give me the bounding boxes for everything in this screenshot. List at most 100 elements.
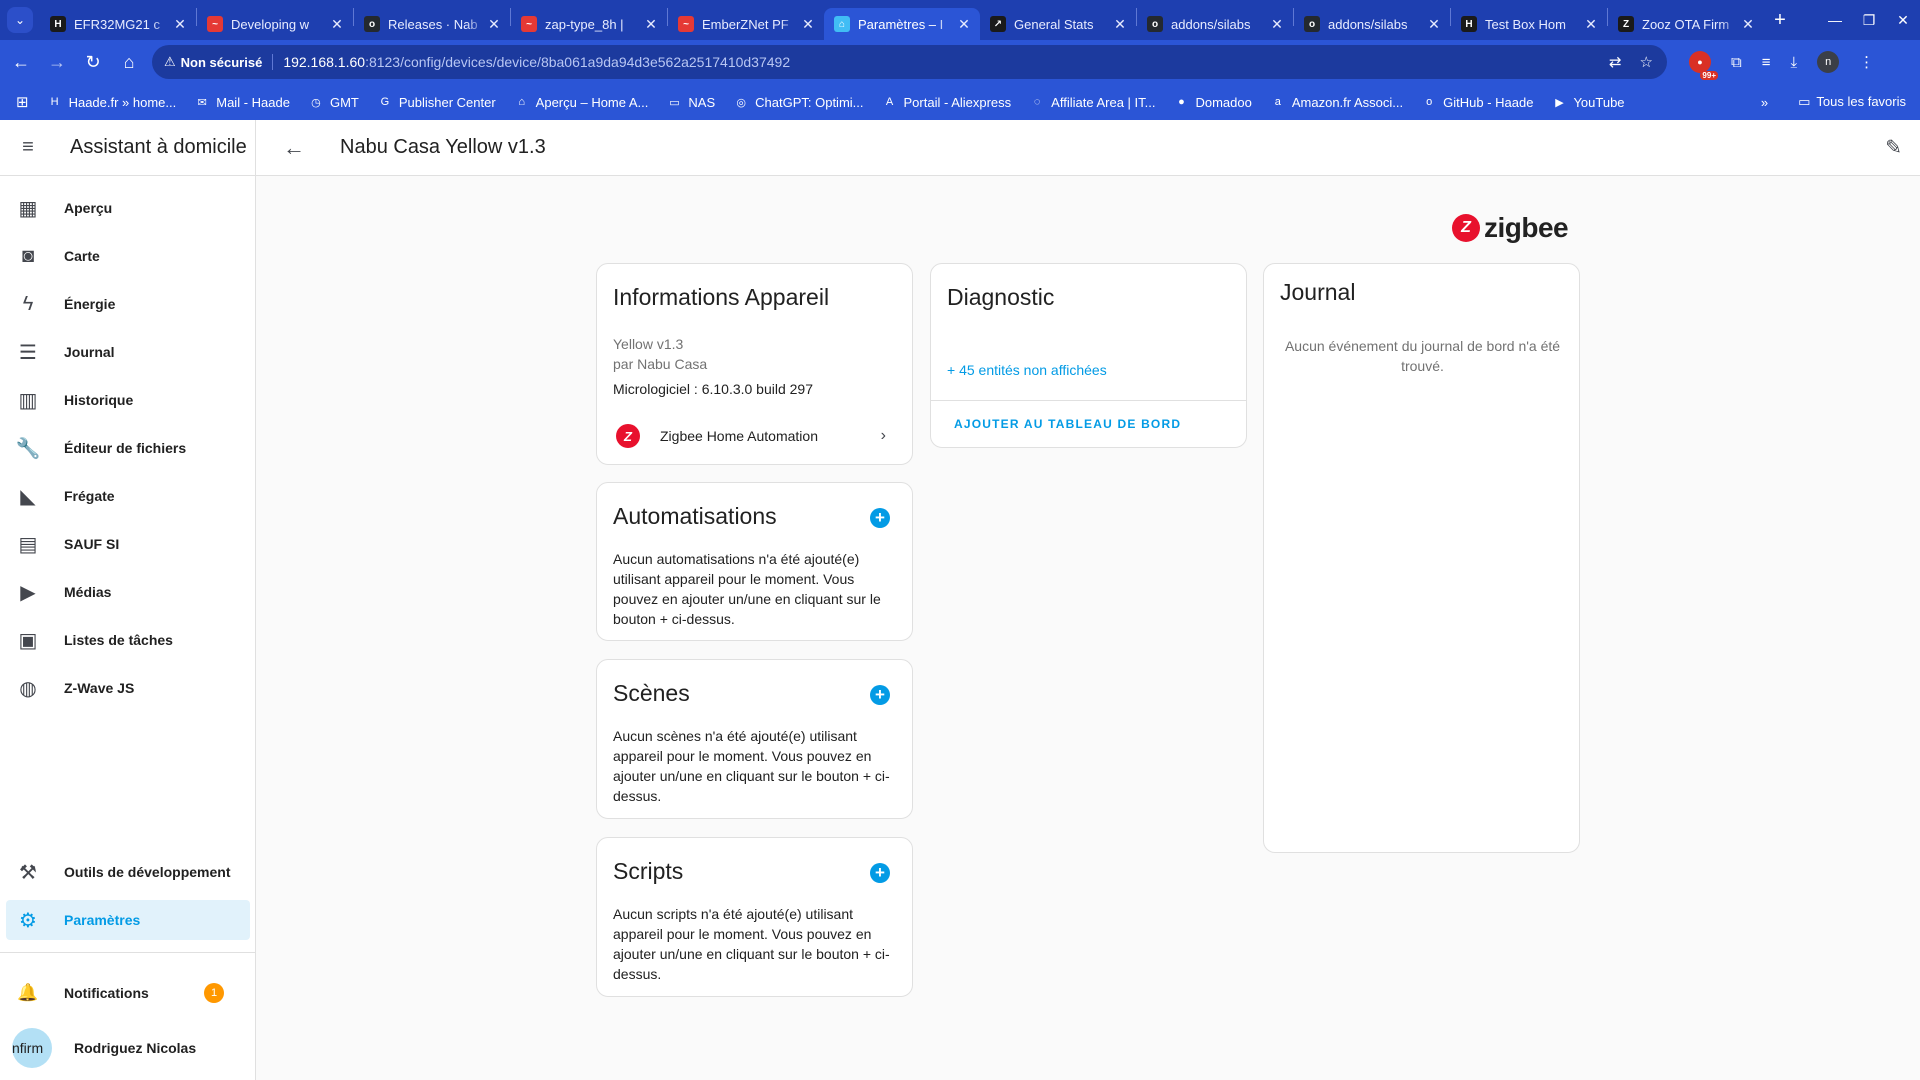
bookmark-label: ChatGPT: Optimi...: [755, 94, 864, 110]
profile-avatar[interactable]: n: [1817, 51, 1840, 73]
sidebar-item-settings[interactable]: ⚙ Paramètres: [6, 900, 250, 940]
sidebar-item-listes-de-t-ches[interactable]: ▣ Listes de tâches: [6, 620, 250, 660]
tab-favicon-icon: o: [364, 16, 380, 32]
tab-close-icon[interactable]: ✕: [800, 16, 816, 33]
bookmark-item[interactable]: ⌂ Aperçu – Home A...: [514, 94, 648, 110]
menu-toggle-icon[interactable]: ≡: [0, 136, 56, 159]
tab-close-icon[interactable]: ✕: [1583, 16, 1599, 33]
browser-tab[interactable]: ~ EmberZNet PF ✕: [668, 8, 824, 40]
media-icon: ▶: [20, 581, 36, 604]
extension-icon[interactable]: ● 99+: [1689, 51, 1718, 80]
tab-search-button[interactable]: ⌄: [0, 0, 40, 40]
sidebar-item-notifications[interactable]: 🔔 Notifications 1: [6, 973, 250, 1013]
browser-tab[interactable]: H Test Box Hom ✕: [1451, 8, 1607, 40]
wrench-icon: 🔧: [15, 437, 41, 460]
add-to-dashboard-button[interactable]: AJOUTER AU TABLEAU DE BORD: [954, 417, 1181, 431]
home-button[interactable]: ⌂: [114, 47, 144, 77]
browser-tab[interactable]: ↗ General Stats ✕: [980, 8, 1136, 40]
lightning-icon: ϟ: [22, 292, 34, 315]
url-host: 192.168.1.60: [283, 54, 366, 70]
back-button[interactable]: ←: [6, 47, 36, 77]
extensions-puzzle-icon[interactable]: ⧉: [1731, 54, 1742, 71]
bookmark-item[interactable]: o GitHub - Haade: [1421, 94, 1533, 110]
tab-close-icon[interactable]: ✕: [329, 16, 345, 33]
address-bar[interactable]: ⚠ Non sécurisé 192.168.1.60:8123/config/…: [152, 45, 1667, 79]
sidebar-item-aper-u[interactable]: ▦ Aperçu: [6, 188, 250, 228]
sidebar-item-fr-gate[interactable]: ◣ Frégate: [6, 476, 250, 516]
device-firmware: Micrologiciel : 6.10.3.0 build 297: [613, 381, 814, 397]
reload-button[interactable]: ↻: [78, 47, 108, 77]
media-control-icon[interactable]: ≡: [1762, 54, 1771, 71]
sidebar-item-dev-tools[interactable]: ⚒ Outils de développement: [6, 852, 250, 892]
add-scene-button[interactable]: +: [870, 685, 890, 705]
security-indicator[interactable]: ⚠ Non sécurisé: [164, 54, 274, 70]
browser-tab[interactable]: o Releases · Nab ✕: [354, 8, 510, 40]
bookmark-label: YouTube: [1573, 94, 1625, 110]
forward-button[interactable]: →: [42, 47, 72, 77]
pencil-icon[interactable]: ✎: [1885, 135, 1902, 160]
bookmark-item[interactable]: ▶ YouTube: [1551, 94, 1624, 110]
browser-tab[interactable]: o addons/silabs ✕: [1137, 8, 1293, 40]
browser-tab[interactable]: ~ zap-type_8h | ✕: [511, 8, 667, 40]
sidebar-item-label: Journal: [64, 344, 115, 360]
sidebar-item-z-wave-js[interactable]: ◍ Z-Wave JS: [6, 668, 250, 708]
add-automation-button[interactable]: +: [870, 508, 890, 528]
sidebar-item-historique[interactable]: ▥ Historique: [6, 380, 250, 420]
close-window-icon[interactable]: ✕: [1886, 12, 1920, 29]
tab-close-icon[interactable]: ✕: [1740, 16, 1756, 33]
tab-close-icon[interactable]: ✕: [1269, 16, 1285, 33]
sidebar-item-profile[interactable]: nfirm Rodriguez Nicolas: [6, 1020, 250, 1076]
translate-icon[interactable]: ⇄: [1609, 53, 1622, 71]
apps-grid-icon[interactable]: ⊞: [16, 93, 29, 111]
new-tab-button[interactable]: +: [1764, 9, 1796, 32]
tab-favicon-icon: ~: [678, 16, 694, 32]
card-title: Informations Appareil: [613, 284, 830, 310]
browser-menu-icon[interactable]: ⋮: [1859, 53, 1874, 71]
minimize-icon[interactable]: —: [1818, 12, 1852, 28]
bookmark-item[interactable]: ● Domadoo: [1173, 94, 1252, 110]
restore-icon[interactable]: ❐: [1852, 12, 1886, 29]
sidebar-item-sauf-si[interactable]: ▤ SAUF SI: [6, 524, 250, 564]
bookmark-item[interactable]: H Haade.fr » home...: [47, 94, 177, 110]
tab-close-icon[interactable]: ✕: [172, 16, 188, 33]
all-bookmarks-folder[interactable]: ▭ Tous les favoris: [1798, 94, 1906, 110]
add-script-button[interactable]: +: [870, 863, 890, 883]
bookmark-label: GMT: [329, 94, 359, 110]
browser-tab[interactable]: ~ Developing w ✕: [197, 8, 353, 40]
bookmark-item[interactable]: ◷ GMT: [308, 94, 359, 110]
tab-close-icon[interactable]: ✕: [1426, 16, 1442, 33]
bookmark-item[interactable]: ✉ Mail - Haade: [194, 94, 290, 110]
bookmark-favicon-icon: H: [50, 96, 59, 108]
tab-title: EmberZNet PF: [702, 16, 789, 32]
bookmark-item[interactable]: A Portail - Aliexpress: [882, 94, 1011, 110]
hidden-entities-link[interactable]: + 45 entités non affichées: [947, 362, 1107, 378]
back-arrow-icon[interactable]: ←: [266, 135, 322, 161]
sidebar-item-carte[interactable]: ◙ Carte: [6, 236, 250, 276]
browser-tab[interactable]: ⌂ Paramètres – I ✕: [824, 8, 980, 40]
zigbee-logo: Z zigbee: [1452, 212, 1569, 244]
bookmarks-overflow-button[interactable]: »: [1761, 95, 1768, 110]
tab-close-icon[interactable]: ✕: [1112, 16, 1128, 33]
tab-close-icon[interactable]: ✕: [956, 16, 972, 33]
bookmark-item[interactable]: ▭ NAS: [666, 94, 715, 110]
bookmark-item[interactable]: G Publisher Center: [377, 94, 496, 110]
tab-favicon-icon: ~: [207, 16, 223, 32]
browser-tab[interactable]: o addons/silabs ✕: [1294, 8, 1450, 40]
bookmark-item[interactable]: a Amazon.fr Associ...: [1270, 94, 1403, 110]
browser-tab[interactable]: Z Zooz OTA Firm ✕: [1608, 8, 1764, 40]
bookmark-item[interactable]: ◌ Affiliate Area | IT...: [1029, 94, 1156, 110]
bookmark-label: Domadoo: [1195, 94, 1252, 110]
sidebar-item-label: Médias: [64, 584, 112, 600]
sidebar-item-label: Frégate: [64, 488, 115, 504]
download-icon[interactable]: ⤓: [1790, 54, 1797, 71]
browser-tab[interactable]: H EFR32MG21 c ✕: [40, 8, 196, 40]
sidebar-item-nergie[interactable]: ϟ Énergie: [6, 284, 250, 324]
bookmark-item[interactable]: ◎ ChatGPT: Optimi...: [733, 94, 863, 110]
tab-close-icon[interactable]: ✕: [643, 16, 659, 33]
sidebar-item-diteur-de-fichiers[interactable]: 🔧 Éditeur de fichiers: [6, 428, 250, 468]
bookmark-star-icon[interactable]: ☆: [1640, 53, 1653, 71]
integration-row[interactable]: Z Zigbee Home Automation ›: [597, 412, 912, 460]
tab-close-icon[interactable]: ✕: [486, 16, 502, 33]
sidebar-item-journal[interactable]: ☰ Journal: [6, 332, 250, 372]
sidebar-item-m-dias[interactable]: ▶ Médias: [6, 572, 250, 612]
